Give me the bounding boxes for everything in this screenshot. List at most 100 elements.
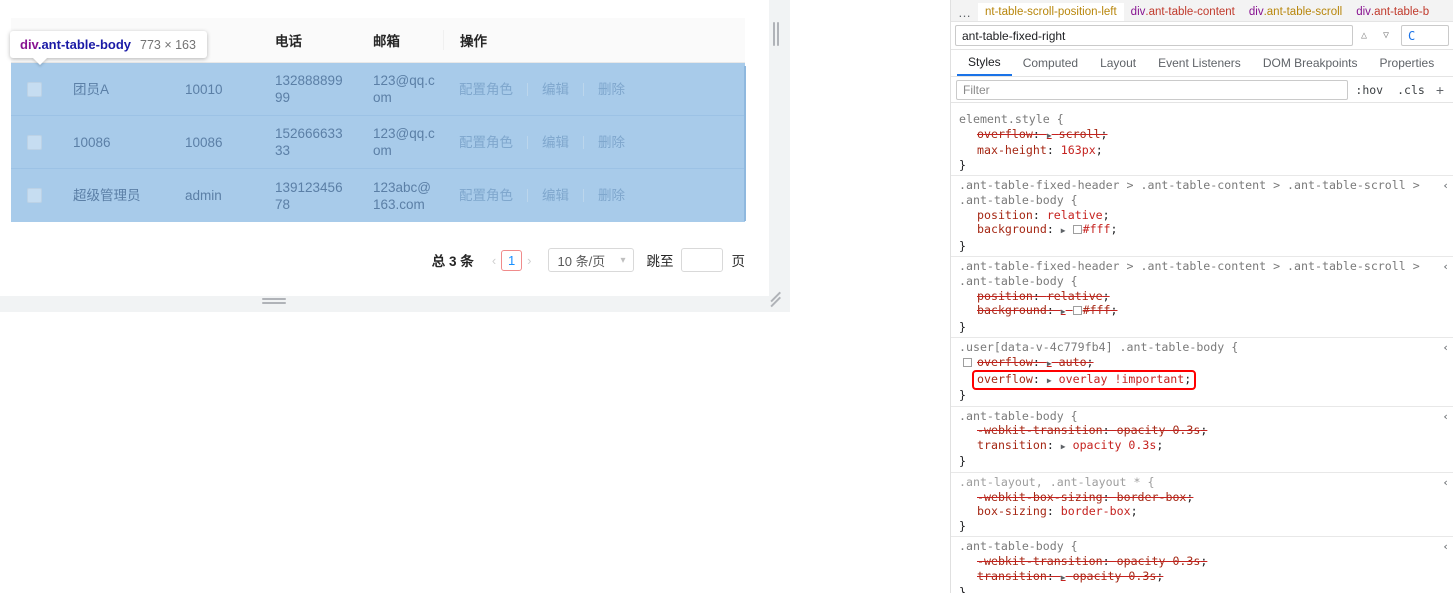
rule-source-link[interactable]: ‹ bbox=[1442, 260, 1449, 275]
row-checkbox[interactable] bbox=[27, 82, 42, 97]
breadcrumb-label: .ant-table-b bbox=[1371, 6, 1429, 18]
declaration[interactable]: overflow: ▶ scroll; bbox=[959, 127, 1453, 144]
declaration[interactable]: transition: ▶ opacity 0.3s; bbox=[959, 569, 1453, 586]
tab-event-listeners[interactable]: Event Listeners bbox=[1147, 50, 1252, 76]
rule-selector-text: .ant-table-body bbox=[959, 539, 1064, 553]
row-checkbox[interactable] bbox=[27, 135, 42, 150]
breadcrumb-item-2[interactable]: div.ant-table-scroll bbox=[1242, 3, 1349, 22]
rule-source-link[interactable]: ‹ bbox=[1442, 179, 1449, 194]
tab-layout[interactable]: Layout bbox=[1089, 50, 1147, 76]
rule-selector[interactable]: .ant-table-fixed-header > .ant-table-con… bbox=[959, 259, 1453, 288]
row-checkbox[interactable] bbox=[27, 188, 42, 203]
rule-selector[interactable]: .user[data-v-4c779fb4] .ant-table-body { bbox=[959, 340, 1453, 355]
declaration[interactable]: max-height: 163px; bbox=[959, 143, 1453, 158]
page-viewport: 电话 邮箱 操作 团员A 10010 13288889999 123@qq.co… bbox=[0, 0, 769, 296]
breadcrumb-label: .ant-table-scroll bbox=[1264, 6, 1343, 18]
declaration-value: border-box bbox=[1117, 490, 1187, 504]
tab-styles[interactable]: Styles bbox=[957, 50, 1012, 76]
rule-selector[interactable]: element.style { bbox=[959, 112, 1453, 127]
chevron-up-icon[interactable]: △ bbox=[1353, 25, 1375, 46]
expand-triangle-icon[interactable]: ▶ bbox=[1061, 307, 1066, 316]
row-checkbox-cell[interactable] bbox=[11, 188, 57, 203]
edit-link[interactable]: 编辑 bbox=[542, 187, 569, 204]
breadcrumb-item-0[interactable]: nt-table-scroll-position-left bbox=[978, 3, 1124, 22]
viewport-resize-handle-corner[interactable] bbox=[768, 293, 784, 309]
hov-toggle-button[interactable]: :hov bbox=[1348, 83, 1390, 97]
rule-selector[interactable]: .ant-table-body { bbox=[959, 409, 1453, 424]
expand-triangle-icon[interactable]: ▶ bbox=[1047, 376, 1052, 385]
declaration-property: overflow bbox=[977, 372, 1033, 386]
declaration-highlighted[interactable]: overflow: ▶ overlay !important; bbox=[959, 372, 1453, 389]
rule-close-brace: } bbox=[959, 320, 1453, 335]
pagination-page-1[interactable]: 1 bbox=[501, 250, 522, 271]
highlighted-declaration-box[interactable]: overflow: ▶ overlay !important; bbox=[974, 372, 1194, 389]
tab-accessibility[interactable]: Acce bbox=[1445, 50, 1453, 76]
declaration-property: -webkit-box-sizing bbox=[977, 490, 1103, 504]
tab-computed[interactable]: Computed bbox=[1012, 50, 1089, 76]
rule-source-link[interactable]: ‹ bbox=[1442, 476, 1449, 491]
declaration-value: #fff bbox=[1083, 222, 1111, 236]
expand-triangle-icon[interactable]: ▶ bbox=[1061, 573, 1066, 582]
expand-triangle-icon[interactable]: ▶ bbox=[1047, 359, 1052, 368]
cell-account: 10010 bbox=[169, 81, 259, 98]
page-size-select[interactable]: 10 条/页 ▾ bbox=[548, 248, 634, 272]
declaration[interactable]: -webkit-box-sizing: border-box; bbox=[959, 490, 1453, 505]
declaration[interactable]: box-sizing: border-box; bbox=[959, 504, 1453, 519]
declaration[interactable]: background: ▶ #fff; bbox=[959, 303, 1453, 320]
table-row[interactable]: 10086 10086 15266663333 123@qq.com 配置角色 … bbox=[11, 116, 745, 169]
configure-role-link[interactable]: 配置角色 bbox=[459, 81, 513, 98]
dom-search-secondary[interactable]: C bbox=[1401, 25, 1449, 46]
style-rule: ‹ .user[data-v-4c779fb4] .ant-table-body… bbox=[951, 338, 1453, 406]
expand-triangle-icon[interactable]: ▶ bbox=[1047, 131, 1052, 140]
declaration[interactable]: -webkit-transition: opacity 0.3s; bbox=[959, 554, 1453, 569]
rule-source-link[interactable]: ‹ bbox=[1442, 341, 1449, 356]
jump-input[interactable] bbox=[681, 248, 723, 272]
rule-source-link[interactable]: ‹ bbox=[1442, 540, 1449, 555]
rule-selector[interactable]: .ant-layout, .ant-layout * { bbox=[959, 475, 1453, 490]
declaration-checkbox[interactable] bbox=[963, 358, 972, 367]
delete-link[interactable]: 删除 bbox=[598, 134, 625, 151]
rule-selector-text: .user[data-v-4c779fb4] .ant-table-body bbox=[959, 340, 1224, 354]
cell-account: 10086 bbox=[169, 134, 259, 151]
declaration[interactable]: transition: ▶ opacity 0.3s; bbox=[959, 438, 1453, 455]
viewport-resize-handle-bottom[interactable] bbox=[262, 296, 286, 306]
configure-role-link[interactable]: 配置角色 bbox=[459, 187, 513, 204]
color-swatch[interactable] bbox=[1073, 225, 1082, 234]
breadcrumb-ellipsis[interactable]: … bbox=[951, 3, 978, 22]
cls-toggle-button[interactable]: .cls bbox=[1390, 83, 1432, 97]
new-style-rule-button[interactable]: + bbox=[1432, 82, 1448, 98]
tab-dom-breakpoints[interactable]: DOM Breakpoints bbox=[1252, 50, 1369, 76]
expand-triangle-icon[interactable]: ▶ bbox=[1061, 442, 1066, 451]
breadcrumb-item-3[interactable]: div.ant-table-b bbox=[1349, 3, 1436, 22]
declaration[interactable]: overflow: ▶ auto; bbox=[959, 355, 1453, 372]
rule-source-link[interactable]: ‹ bbox=[1442, 410, 1449, 425]
rule-selector[interactable]: .ant-table-fixed-header > .ant-table-con… bbox=[959, 178, 1453, 207]
declaration-value: scroll bbox=[1059, 127, 1101, 141]
declaration[interactable]: position: relative; bbox=[959, 208, 1453, 223]
pagination-next-icon[interactable]: › bbox=[522, 253, 536, 268]
color-swatch[interactable] bbox=[1073, 306, 1082, 315]
dom-search-input[interactable]: ant-table-fixed-right bbox=[955, 25, 1353, 46]
rule-selector[interactable]: .ant-table-body { bbox=[959, 539, 1453, 554]
declaration[interactable]: background: ▶ #fff; bbox=[959, 222, 1453, 239]
tooltip-element-name: div bbox=[20, 37, 38, 52]
expand-triangle-icon[interactable]: ▶ bbox=[1061, 226, 1066, 235]
configure-role-link[interactable]: 配置角色 bbox=[459, 134, 513, 151]
declaration[interactable]: -webkit-transition: opacity 0.3s; bbox=[959, 423, 1453, 438]
row-checkbox-cell[interactable] bbox=[11, 82, 57, 97]
row-checkbox-cell[interactable] bbox=[11, 135, 57, 150]
breadcrumb-item-1[interactable]: div.ant-table-content bbox=[1124, 3, 1242, 22]
pagination-prev-icon[interactable]: ‹ bbox=[487, 253, 501, 268]
tab-properties[interactable]: Properties bbox=[1369, 50, 1446, 76]
rule-selector-text: .ant-table-fixed-header > .ant-table-con… bbox=[959, 178, 1420, 207]
edit-link[interactable]: 编辑 bbox=[542, 81, 569, 98]
chevron-down-icon[interactable]: ▽ bbox=[1375, 25, 1397, 46]
delete-link[interactable]: 删除 bbox=[598, 187, 625, 204]
edit-link[interactable]: 编辑 bbox=[542, 134, 569, 151]
style-rule: ‹ .ant-table-fixed-header > .ant-table-c… bbox=[951, 176, 1453, 257]
delete-link[interactable]: 删除 bbox=[598, 81, 625, 98]
viewport-resize-handle-right[interactable] bbox=[772, 22, 782, 46]
styles-filter-input[interactable]: Filter bbox=[956, 80, 1348, 100]
declaration[interactable]: position: relative; bbox=[959, 289, 1453, 304]
table-row[interactable]: 团员A 10010 13288889999 123@qq.com 配置角色 编辑… bbox=[11, 63, 745, 116]
